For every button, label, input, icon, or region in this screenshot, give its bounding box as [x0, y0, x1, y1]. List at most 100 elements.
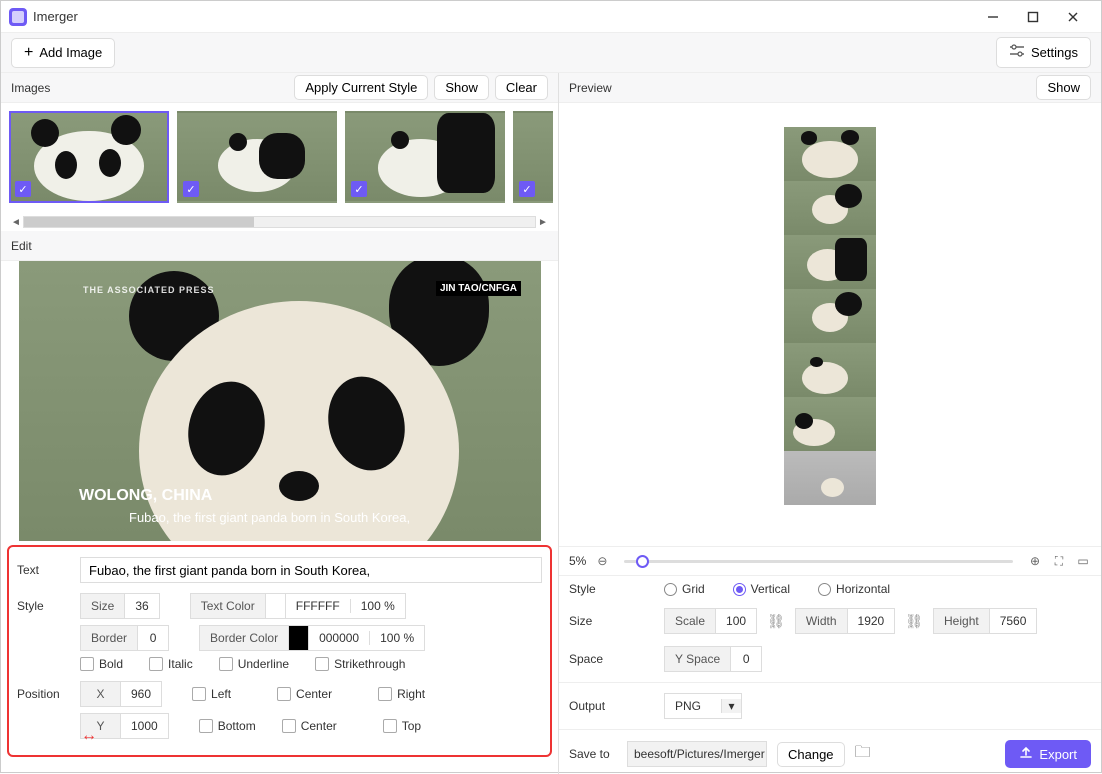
ap-watermark: THE ASSOCIATED PRESS	[83, 285, 215, 295]
italic-checkbox[interactable]: Italic	[149, 657, 193, 671]
link-icon-2[interactable]: ⛓	[905, 613, 923, 630]
settings-button[interactable]: Settings	[996, 37, 1091, 68]
scale-field[interactable]: Scale100	[664, 608, 757, 634]
align-right-checkbox[interactable]: Right	[378, 687, 425, 701]
thumbnail-1[interactable]: ✓	[9, 111, 169, 203]
underline-checkbox[interactable]: Underline	[219, 657, 289, 671]
export-button[interactable]: Export	[1005, 740, 1091, 768]
border-field[interactable]: Border 0	[80, 625, 169, 651]
save-path-field[interactable]: beesoft/Pictures/Imerger	[627, 741, 767, 767]
horizontal-radio[interactable]: Horizontal	[818, 582, 890, 596]
plus-icon: +	[24, 45, 33, 61]
folder-icon[interactable]: 🗀	[855, 741, 871, 768]
preview-frame-6	[784, 397, 876, 451]
thumbnail-scrollbar[interactable]: ◄ ►	[9, 215, 550, 229]
preview-frame-1	[784, 127, 876, 181]
width-field[interactable]: Width1920	[795, 608, 895, 634]
x-field[interactable]: X 960	[80, 681, 162, 707]
scroll-right-icon[interactable]: ►	[536, 217, 550, 228]
export-icon	[1019, 746, 1033, 763]
text-properties-panel: Text Style Size 36 Text Color FFFFFF 100…	[7, 545, 552, 757]
caption-location: WOLONG, CHINA	[79, 487, 212, 505]
check-icon: ✓	[351, 181, 367, 197]
preview-frame-7	[784, 451, 876, 505]
preview-canvas[interactable]	[559, 103, 1101, 546]
fit-screen-icon[interactable]: ⛶	[1051, 553, 1067, 569]
zoom-bar: 5% ⊖ ⊕ ⛶ ▭	[559, 546, 1101, 576]
preview-header: Preview Show	[559, 73, 1101, 103]
vertical-radio[interactable]: Vertical	[733, 582, 790, 596]
preview-frame-5	[784, 343, 876, 397]
images-header: Images Apply Current Style Show Clear	[1, 73, 558, 103]
edit-header-label: Edit	[11, 239, 32, 253]
preview-show-button[interactable]: Show	[1036, 75, 1091, 100]
actual-size-icon[interactable]: ▭	[1075, 553, 1091, 569]
border-color-swatch	[289, 626, 309, 650]
check-icon: ✓	[183, 181, 199, 197]
thumbnail-3[interactable]: ✓	[345, 111, 505, 203]
add-image-label: Add Image	[39, 45, 102, 60]
apply-current-style-button[interactable]: Apply Current Style	[294, 75, 428, 100]
text-label: Text	[17, 563, 72, 577]
thumbnail-2[interactable]: ✓	[177, 111, 337, 203]
y-field[interactable]: Y 1000 ↔	[80, 713, 169, 739]
zoom-percent: 5%	[569, 554, 586, 568]
red-arrow-annotation: ↔	[81, 727, 94, 745]
size-field[interactable]: Size 36	[80, 593, 160, 619]
caption-text: Fubao, the first giant panda born in Sou…	[129, 510, 410, 525]
layout-style-row: Style Grid Vertical Horizontal	[559, 576, 1101, 602]
text-color-swatch	[266, 594, 286, 618]
preview-frame-2	[784, 181, 876, 235]
zoom-in-icon[interactable]: ⊕	[1027, 553, 1043, 569]
edit-header: Edit	[1, 231, 558, 261]
check-icon: ✓	[15, 181, 31, 197]
app-title: Imerger	[33, 9, 78, 24]
sliders-icon	[1009, 44, 1025, 61]
top-toolbar: + Add Image Settings	[1, 33, 1101, 73]
preview-frame-3	[784, 235, 876, 289]
show-images-button[interactable]: Show	[434, 75, 489, 100]
scroll-left-icon[interactable]: ◄	[9, 217, 23, 228]
link-icon[interactable]: ⛓	[767, 613, 785, 630]
text-input[interactable]	[80, 557, 542, 583]
images-header-label: Images	[11, 81, 50, 95]
settings-label: Settings	[1031, 45, 1078, 60]
add-image-button[interactable]: + Add Image	[11, 38, 115, 68]
photographer-credit: JIN TAO/CNFGA	[436, 281, 521, 296]
align-center-v-checkbox[interactable]: Center	[282, 719, 337, 733]
border-color-field[interactable]: Border Color 000000 100 %	[199, 625, 425, 651]
titlebar: Imerger	[1, 1, 1101, 33]
thumbnail-4[interactable]: ✓	[513, 111, 553, 203]
strikethrough-checkbox[interactable]: Strikethrough	[315, 657, 405, 671]
output-format-select[interactable]: PNG ▾	[664, 693, 742, 719]
change-path-button[interactable]: Change	[777, 742, 845, 767]
chevron-down-icon: ▾	[721, 699, 741, 713]
align-center-h-checkbox[interactable]: Center	[277, 687, 332, 701]
save-to-row: Save to beesoft/Pictures/Imerger Change …	[559, 734, 1101, 774]
space-row: Space Y Space0	[559, 640, 1101, 678]
bold-checkbox[interactable]: Bold	[80, 657, 123, 671]
style-section-label: Style	[17, 599, 72, 613]
grid-radio[interactable]: Grid	[664, 582, 705, 596]
position-section-label: Position	[17, 687, 72, 701]
align-bottom-checkbox[interactable]: Bottom	[199, 719, 256, 733]
align-left-checkbox[interactable]: Left	[192, 687, 231, 701]
output-row: Output PNG ▾	[559, 687, 1101, 725]
maximize-button[interactable]	[1013, 1, 1053, 33]
zoom-slider[interactable]	[624, 560, 1013, 563]
height-field[interactable]: Height7560	[933, 608, 1037, 634]
align-top-checkbox[interactable]: Top	[383, 719, 421, 733]
size-row: Size Scale100 ⛓ Width1920 ⛓ Height7560	[559, 602, 1101, 640]
preview-frame-4	[784, 289, 876, 343]
preview-header-label: Preview	[569, 81, 612, 95]
minimize-button[interactable]	[973, 1, 1013, 33]
zoom-out-icon[interactable]: ⊖	[594, 553, 610, 569]
edit-canvas[interactable]: THE ASSOCIATED PRESS JIN TAO/CNFGA WOLON…	[19, 261, 541, 541]
check-icon: ✓	[519, 181, 535, 197]
thumbnail-strip: ✓ ✓ ✓ ✓ ◄	[1, 103, 558, 231]
y-space-field[interactable]: Y Space0	[664, 646, 762, 672]
close-button[interactable]	[1053, 1, 1093, 33]
app-logo-icon	[9, 8, 27, 26]
clear-images-button[interactable]: Clear	[495, 75, 548, 100]
text-color-field[interactable]: Text Color FFFFFF 100 %	[190, 593, 406, 619]
